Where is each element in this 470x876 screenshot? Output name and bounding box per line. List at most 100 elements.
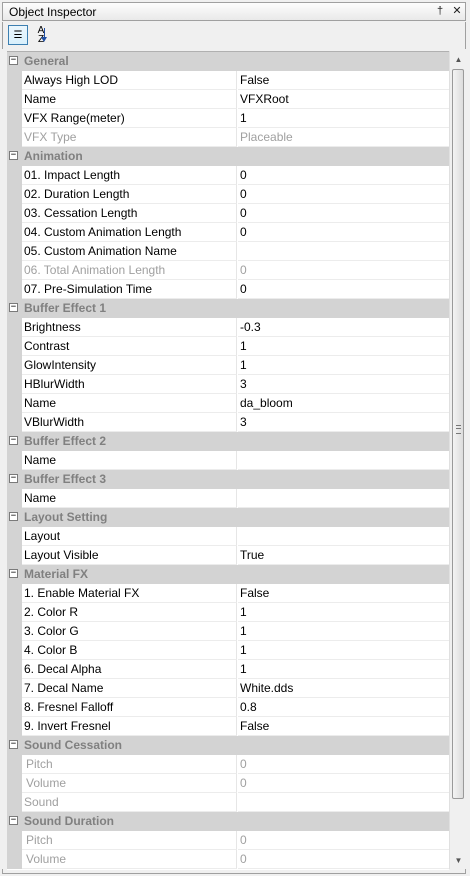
- property-value[interactable]: 1: [238, 337, 449, 356]
- property-row[interactable]: Pitch 0: [7, 755, 449, 774]
- close-icon[interactable]: ✕: [450, 4, 464, 18]
- property-value[interactable]: VFXRoot: [238, 90, 449, 109]
- property-value[interactable]: 0: [238, 166, 449, 185]
- property-row[interactable]: 1. Enable Material FX False: [7, 584, 449, 603]
- property-row[interactable]: 4. Color B1: [7, 641, 449, 660]
- scroll-down-icon[interactable]: ▼: [450, 852, 467, 869]
- property-row[interactable]: Always High LOD False: [7, 71, 449, 90]
- property-row[interactable]: 05. Custom Animation Name: [7, 242, 449, 261]
- property-row[interactable]: Layout: [7, 527, 449, 546]
- property-row[interactable]: Volume 0: [7, 774, 449, 793]
- property-row[interactable]: Sound: [7, 793, 449, 812]
- property-value[interactable]: -0.3: [238, 318, 449, 337]
- property-row[interactable]: Name: [7, 489, 449, 508]
- property-value[interactable]: 0: [238, 185, 449, 204]
- property-value[interactable]: False: [238, 717, 449, 736]
- scroll-up-icon[interactable]: ▲: [450, 51, 467, 68]
- collapse-icon[interactable]: −: [9, 303, 18, 312]
- property-row[interactable]: Pitch 0: [7, 831, 449, 850]
- vertical-scrollbar[interactable]: ▲ ▼: [449, 51, 466, 869]
- property-row[interactable]: 2. Color R1: [7, 603, 449, 622]
- property-row[interactable]: 04. Custom Animation Length 0: [7, 223, 449, 242]
- category-header[interactable]: − General: [7, 52, 449, 71]
- property-row[interactable]: VFX Range(meter) 1: [7, 109, 449, 128]
- property-row[interactable]: 06. Total Animation Length 0: [7, 261, 449, 280]
- property-value[interactable]: White.dds: [238, 679, 449, 698]
- row-gutter: [7, 527, 22, 546]
- collapse-icon[interactable]: −: [9, 569, 18, 578]
- property-value[interactable]: 0: [238, 223, 449, 242]
- property-row[interactable]: 6. Decal Alpha 1: [7, 660, 449, 679]
- property-value[interactable]: 3: [238, 413, 449, 432]
- property-value[interactable]: False: [238, 71, 449, 90]
- category-header[interactable]: − Sound Duration: [7, 812, 449, 831]
- category-header[interactable]: − Buffer Effect 2: [7, 432, 449, 451]
- property-value[interactable]: 1: [238, 109, 449, 128]
- collapse-icon[interactable]: −: [9, 740, 18, 749]
- property-row[interactable]: 01. Impact Length 0: [7, 166, 449, 185]
- collapse-icon[interactable]: −: [9, 474, 18, 483]
- collapse-icon[interactable]: −: [9, 436, 18, 445]
- property-value[interactable]: 1: [238, 641, 449, 660]
- row-gutter: [7, 603, 22, 622]
- property-row[interactable]: Contrast 1: [7, 337, 449, 356]
- property-name: Always High LOD: [22, 71, 237, 90]
- row-gutter: [7, 793, 22, 812]
- property-value[interactable]: False: [238, 584, 449, 603]
- property-value[interactable]: da_bloom: [238, 394, 449, 413]
- property-value[interactable]: [238, 242, 449, 261]
- property-row[interactable]: 02. Duration Length 0: [7, 185, 449, 204]
- property-value[interactable]: 3: [238, 375, 449, 394]
- property-value[interactable]: 1: [238, 622, 449, 641]
- property-value[interactable]: [238, 451, 449, 470]
- category-header[interactable]: − Material FX: [7, 565, 449, 584]
- collapse-icon[interactable]: −: [9, 816, 18, 825]
- category-header[interactable]: − Sound Cessation: [7, 736, 449, 755]
- category-header[interactable]: − Buffer Effect 3: [7, 470, 449, 489]
- property-value[interactable]: [238, 489, 449, 508]
- property-name: Layout Visible: [22, 546, 237, 565]
- category-header[interactable]: − Animation: [7, 147, 449, 166]
- categorized-view-button[interactable]: ☰: [8, 25, 28, 45]
- property-value[interactable]: 1: [238, 356, 449, 375]
- property-value[interactable]: 1: [238, 603, 449, 622]
- property-row[interactable]: 3. Color G1: [7, 622, 449, 641]
- property-row[interactable]: HBlurWidth 3: [7, 375, 449, 394]
- collapse-icon[interactable]: −: [9, 56, 18, 65]
- property-row[interactable]: Volume 0: [7, 850, 449, 869]
- property-row[interactable]: 9. Invert Fresnel False: [7, 717, 449, 736]
- property-value[interactable]: 0.8: [238, 698, 449, 717]
- row-gutter: [7, 584, 22, 603]
- category-label: Material FX: [24, 567, 89, 581]
- category-header[interactable]: − Layout Setting: [7, 508, 449, 527]
- property-row[interactable]: VBlurWidth 3: [7, 413, 449, 432]
- category-label: Buffer Effect 2: [24, 434, 107, 448]
- property-row[interactable]: Name VFXRoot: [7, 90, 449, 109]
- property-row[interactable]: 03. Cessation Length 0: [7, 204, 449, 223]
- property-name: 6. Decal Alpha: [22, 660, 237, 679]
- property-row[interactable]: 7. Decal Name White.dds: [7, 679, 449, 698]
- property-row[interactable]: GlowIntensity 1: [7, 356, 449, 375]
- property-value[interactable]: 0: [238, 204, 449, 223]
- property-value[interactable]: 0: [238, 280, 449, 299]
- property-name: 2. Color R: [22, 603, 237, 622]
- property-row[interactable]: Layout Visible True: [7, 546, 449, 565]
- property-row[interactable]: Name da_bloom: [7, 394, 449, 413]
- category-header[interactable]: − Buffer Effect 1: [7, 299, 449, 318]
- category-label: Buffer Effect 1: [24, 301, 107, 315]
- property-row[interactable]: Brightness -0.3: [7, 318, 449, 337]
- collapse-icon[interactable]: −: [9, 151, 18, 160]
- alphabetical-sort-button[interactable]: A Z: [31, 25, 51, 45]
- property-row[interactable]: 07. Pre-Simulation Time 0: [7, 280, 449, 299]
- collapse-icon[interactable]: −: [9, 512, 18, 521]
- property-value[interactable]: 1: [238, 660, 449, 679]
- property-row[interactable]: VFX Type Placeable: [7, 128, 449, 147]
- property-value[interactable]: [238, 527, 449, 546]
- property-value: 0: [238, 774, 449, 793]
- pin-icon[interactable]: †: [433, 4, 447, 18]
- scroll-thumb[interactable]: [452, 69, 464, 799]
- property-row[interactable]: 8. Fresnel Falloff 0.8: [7, 698, 449, 717]
- property-row[interactable]: Name: [7, 451, 449, 470]
- inspector-toolbar: ☰ A Z: [2, 22, 466, 49]
- property-value[interactable]: True: [238, 546, 449, 565]
